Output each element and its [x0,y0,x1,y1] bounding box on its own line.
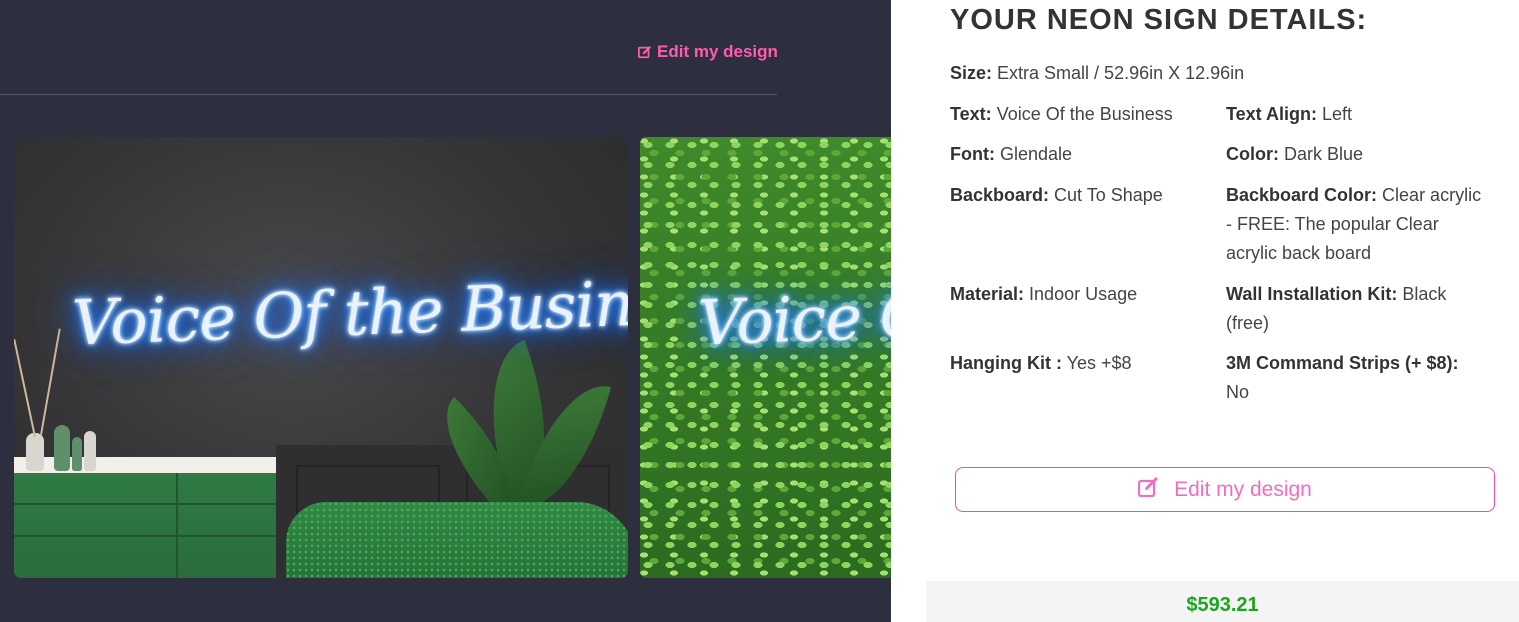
green-vase [54,425,70,471]
detail-color-value: Dark Blue [1284,144,1364,164]
details-title: YOUR NEON SIGN DETAILS: [950,4,1368,36]
detail-command-strips-value: No [1226,382,1250,402]
edit-icon [638,45,652,59]
detail-text: Text: Voice Of the Business [950,100,1173,129]
detail-size: Size: Extra Small / 52.96in X 12.96in [950,59,1244,88]
green-cabinet [14,473,276,578]
detail-material: Material: Indoor Usage [950,280,1137,309]
edit-my-design-button[interactable]: Edit my design [955,467,1495,512]
detail-font-value: Glendale [1000,144,1073,164]
preview-slide-hedge[interactable]: Voice Of the Business [640,137,891,578]
preview-gallery: Voice Of the Business Voice Of the Busin… [14,137,891,578]
detail-text-label: Text: [950,104,992,124]
detail-material-label: Material: [950,284,1025,304]
detail-text-value: Voice Of the Business [996,104,1173,124]
detail-text-align: Text Align: Left [1226,100,1352,129]
detail-backboard-color-value-2: - FREE: The popular Clear [1226,214,1439,234]
detail-wall-kit: Wall Installation Kit: Black (free) [1226,280,1506,338]
detail-command-strips-label: 3M Command Strips (+ $8): [1226,353,1459,373]
detail-size-label: Size: [950,63,993,83]
price-bar: $593.21 [926,581,1519,622]
detail-backboard-color-label: Backboard Color: [1226,185,1378,205]
detail-font-label: Font: [950,144,995,164]
detail-text-align-label: Text Align: [1226,104,1317,124]
detail-hanging-kit-value: Yes +$8 [1066,353,1132,373]
edit-my-design-link-label: Edit my design [657,42,778,61]
detail-color: Color: Dark Blue [1226,140,1363,169]
detail-wall-kit-value-2: (free) [1226,313,1270,333]
green-vase [72,437,82,471]
detail-command-strips: 3M Command Strips (+ $8): No [1226,349,1506,407]
white-vase [84,431,96,471]
detail-backboard-label: Backboard: [950,185,1050,205]
detail-backboard-color-value: Clear acrylic [1382,185,1482,205]
detail-text-align-value: Left [1322,104,1353,124]
edit-my-design-link[interactable]: Edit my design [638,42,778,62]
detail-backboard: Backboard: Cut To Shape [950,181,1163,210]
sign-details-panel: YOUR NEON SIGN DETAILS: Size: Extra Smal… [891,0,1519,622]
green-sofa [286,502,628,578]
divider [0,94,777,95]
edit-icon [1138,476,1160,503]
preview-slide-living-room[interactable]: Voice Of the Business [14,137,628,578]
preview-panel: Edit my design Voice Of the Business Voi… [0,0,891,622]
detail-wall-kit-value: Black [1402,284,1447,304]
detail-hanging-kit: Hanging Kit : Yes +$8 [950,349,1132,378]
detail-hanging-kit-label: Hanging Kit : [950,353,1062,373]
detail-wall-kit-label: Wall Installation Kit: [1226,284,1398,304]
edit-my-design-button-label: Edit my design [1174,477,1312,501]
detail-backboard-color-value-3: acrylic back board [1226,243,1372,263]
detail-backboard-color: Backboard Color: Clear acrylic - FREE: T… [1226,181,1506,268]
detail-backboard-value: Cut To Shape [1054,185,1163,205]
detail-size-value: Extra Small / 52.96in X 12.96in [997,63,1245,83]
detail-color-label: Color: [1226,144,1279,164]
detail-material-value: Indoor Usage [1029,284,1138,304]
total-price: $593.21 [1186,594,1259,616]
white-vase [26,433,44,471]
detail-font: Font: Glendale [950,140,1072,169]
hedge-background [640,137,891,578]
